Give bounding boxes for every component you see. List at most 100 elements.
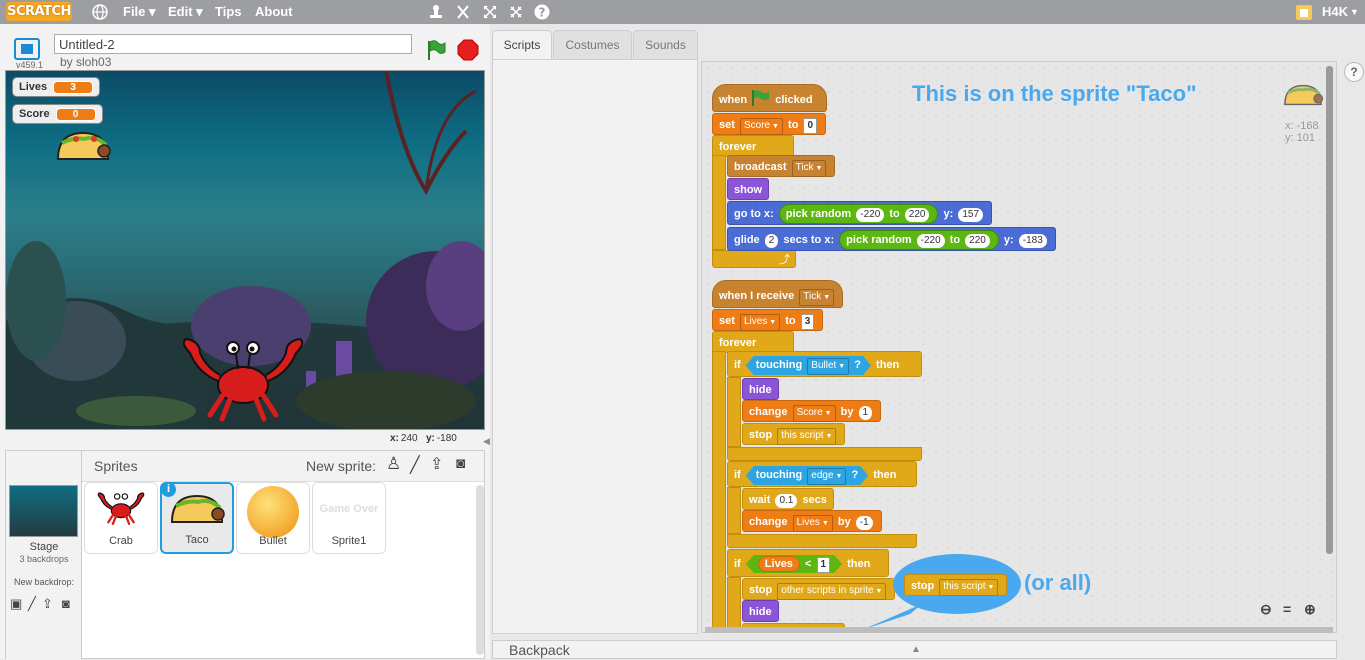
tab-scripts[interactable]: Scripts	[492, 30, 552, 59]
random-max-input[interactable]: 220	[965, 234, 990, 248]
when-flag-clicked-block[interactable]: when clicked	[712, 84, 827, 112]
script-area-horizontal-scrollbar[interactable]	[705, 627, 1333, 633]
random-min-input[interactable]: -220	[916, 234, 945, 248]
lives-monitor[interactable]: Lives 3	[12, 77, 101, 97]
forever-block-2[interactable]: forever	[712, 331, 794, 353]
project-folder-icon[interactable]	[1295, 3, 1313, 24]
backpack-bar[interactable]: Backpack ▲	[492, 640, 1337, 659]
hide-block-1[interactable]: hide	[742, 378, 779, 400]
show-block[interactable]: show	[727, 178, 770, 200]
upload-sprite-icon[interactable]: ⇪	[430, 454, 443, 474]
sprite-tile-sprite1[interactable]: Game Over Sprite1	[312, 482, 386, 554]
touching-target-dropdown[interactable]: edge	[807, 468, 846, 485]
taco-sprite[interactable]	[54, 129, 112, 166]
project-title-input[interactable]: Untitled-2	[54, 34, 412, 54]
stage-canvas[interactable]: Lives 3 Score 0	[5, 70, 485, 430]
set-score-block[interactable]: set Score to 0	[712, 113, 827, 135]
receive-message-dropdown[interactable]: Tick	[799, 289, 835, 306]
lives-variable-reporter[interactable]: Lives	[758, 556, 800, 572]
broadcast-tick-block[interactable]: broadcast Tick	[727, 155, 836, 177]
zoom-in-icon[interactable]: ⊕	[1304, 601, 1316, 618]
change-lives-amount-input[interactable]: -1	[855, 516, 873, 530]
random-min-input[interactable]: -220	[856, 208, 885, 222]
go-to-xy-block[interactable]: go to x: pick random -220 to 220 y: 157	[727, 201, 993, 225]
if-touching-edge-block[interactable]: if touching edge ? then	[727, 461, 917, 487]
touching-target-dropdown[interactable]: Bullet	[807, 358, 849, 375]
pick-random-reporter-2[interactable]: pick random -220 to 220	[839, 230, 999, 250]
set-lives-variable-dropdown[interactable]: Lives	[739, 314, 781, 331]
globe-icon[interactable]	[92, 4, 108, 23]
stop-sign-icon[interactable]	[457, 39, 479, 64]
score-monitor[interactable]: Score 0	[12, 104, 103, 124]
tab-sounds[interactable]: Sounds	[633, 30, 698, 59]
if-touching-bullet-block[interactable]: if touching Bullet ? then	[727, 351, 922, 377]
fullscreen-icon[interactable]	[14, 38, 40, 60]
shrink-icon[interactable]	[508, 4, 524, 23]
stop-option-dropdown[interactable]: this script	[939, 579, 999, 596]
glide-y-input[interactable]: -183	[1018, 234, 1047, 248]
backpack-expand-icon[interactable]: ▲	[911, 644, 921, 655]
backdrop-library-icon[interactable]: ▣	[10, 596, 22, 612]
script-area-vertical-scrollbar[interactable]	[1326, 66, 1333, 554]
touching-bullet-reporter[interactable]: touching Bullet ?	[746, 356, 871, 375]
green-flag-icon[interactable]	[425, 39, 447, 64]
go-to-y-input[interactable]: 157	[958, 208, 984, 222]
collapse-stage-icon[interactable]: ◀	[483, 436, 490, 447]
sprite-tile-bullet[interactable]: Bullet	[236, 482, 310, 554]
sprite-info-icon[interactable]: i	[161, 482, 176, 497]
set-lives-value-input[interactable]: 3	[800, 314, 815, 330]
hide-block-2[interactable]: hide	[742, 600, 779, 622]
less-than-value-input[interactable]: 1	[817, 557, 831, 573]
paint-backdrop-icon[interactable]: ╱	[28, 596, 36, 612]
camera-sprite-icon[interactable]: ◙	[456, 455, 465, 472]
broadcast-message-dropdown[interactable]: Tick	[791, 160, 827, 177]
set-score-value-input[interactable]: 0	[803, 118, 818, 134]
pick-random-reporter-1[interactable]: pick random -220 to 220	[778, 204, 939, 224]
stop-option-dropdown[interactable]: this script	[777, 428, 837, 445]
zoom-reset-icon[interactable]: =	[1283, 601, 1291, 617]
menu-file[interactable]: File ▾	[123, 4, 156, 20]
sprite-tile-taco[interactable]: i Taco	[160, 482, 234, 554]
help-question-icon[interactable]: ?	[534, 4, 550, 23]
crab-sprite[interactable]	[178, 333, 308, 426]
menu-about[interactable]: About	[255, 4, 293, 19]
wait-block[interactable]: wait 0.1 secs	[742, 488, 834, 510]
touching-edge-reporter[interactable]: touching edge ?	[746, 466, 868, 485]
zoom-out-icon[interactable]: ⊖	[1260, 601, 1272, 618]
user-name[interactable]: H4K	[1322, 4, 1348, 19]
sprite-library-icon[interactable]: ♙	[386, 454, 401, 474]
glide-block[interactable]: glide 2 secs to x: pick random -220 to 2…	[727, 227, 1056, 251]
change-lives-variable-dropdown[interactable]: Lives	[792, 515, 833, 532]
duplicate-stamp-icon[interactable]	[428, 4, 444, 23]
block-palette[interactable]	[492, 59, 698, 634]
change-score-amount-input[interactable]: 1	[858, 406, 873, 420]
forever-block-1[interactable]: forever	[712, 135, 794, 157]
paint-sprite-icon[interactable]: ╱	[410, 455, 420, 475]
menu-tips[interactable]: Tips	[215, 4, 242, 19]
sprite-list-scrollbar[interactable]	[476, 485, 484, 655]
when-i-receive-block[interactable]: when I receive Tick	[712, 280, 844, 308]
scratch-logo[interactable]: SCRATCH	[6, 2, 72, 21]
sprite-tile-crab[interactable]: Crab	[84, 482, 158, 554]
grow-icon[interactable]	[482, 4, 498, 23]
set-score-variable-dropdown[interactable]: Score	[739, 118, 783, 135]
tab-costumes[interactable]: Costumes	[553, 30, 632, 59]
less-than-reporter[interactable]: Lives < 1	[746, 555, 842, 573]
set-lives-block[interactable]: set Lives to 3	[712, 309, 824, 331]
change-lives-block[interactable]: change Lives by -1	[742, 510, 882, 532]
upload-backdrop-icon[interactable]: ⇪	[42, 596, 53, 612]
change-score-variable-dropdown[interactable]: Score	[792, 405, 836, 422]
stage-thumbnail[interactable]	[9, 485, 78, 537]
glide-secs-input[interactable]: 2	[764, 234, 779, 248]
user-menu-chevron-icon[interactable]: ▼	[1350, 7, 1359, 17]
random-max-input[interactable]: 220	[904, 208, 930, 222]
stop-this-script-floating-block[interactable]: stop this script	[904, 574, 1008, 596]
wait-secs-input[interactable]: 0.1	[775, 494, 798, 508]
camera-backdrop-icon[interactable]: ◙	[62, 596, 70, 611]
stop-this-script-block-1[interactable]: stop this script	[742, 423, 846, 445]
script-area[interactable]: when clicked set Score to 0 forever ⤴ br…	[701, 61, 1337, 633]
change-score-block[interactable]: change Score by 1	[742, 400, 882, 422]
help-tips-icon[interactable]: ?	[1344, 62, 1364, 82]
menu-edit[interactable]: Edit ▾	[168, 4, 203, 20]
cut-scissors-icon[interactable]	[455, 4, 471, 23]
